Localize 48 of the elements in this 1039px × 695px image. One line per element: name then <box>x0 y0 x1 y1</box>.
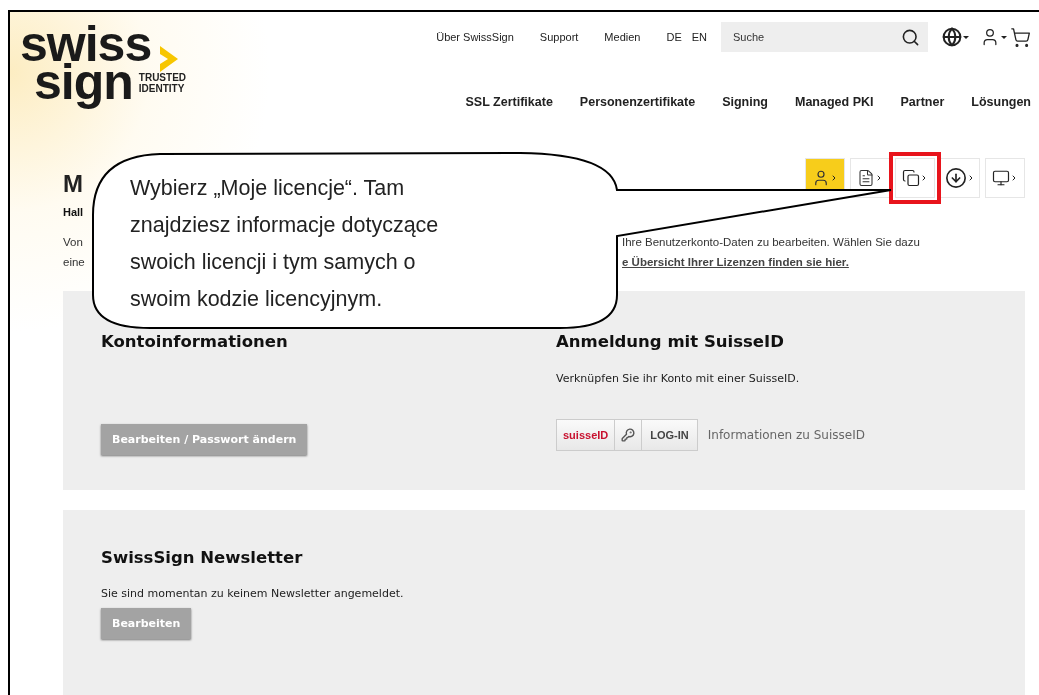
greeting-text: Hall <box>63 206 84 218</box>
licenses-link[interactable]: e Übersicht Ihrer Lizenzen finden sie hier. <box>622 252 849 272</box>
document-icon <box>857 169 875 187</box>
language-link[interactable]: EN <box>691 31 707 43</box>
logo-tagline: TRUSTED <box>138 73 187 84</box>
card-title: Kontoinformationen <box>101 332 289 351</box>
logo-tagline: IDENTITY <box>138 83 186 94</box>
search-field[interactable]: Suche <box>721 22 928 52</box>
callout-text: Wybierz „Moje licencje“. Tam <box>130 175 405 202</box>
suisseid-info-link[interactable]: Informationen zu SuisseID <box>707 428 865 442</box>
top-nav-link[interactable]: Über SwissSign <box>436 31 514 43</box>
suisseid-login-button[interactable]: suisseID LOG-IN <box>556 419 698 451</box>
page-heading: M <box>63 170 83 198</box>
suisseid-text: Verknüpfen Sie ihr Konto mit einer SuisseID. <box>556 372 801 385</box>
user-icon <box>812 169 830 187</box>
top-nav-link[interactable]: Support <box>539 31 579 43</box>
search-icon <box>901 27 920 47</box>
newsletter-text: Sie sind momentan zu keinem Newsletter angemeldet. <box>101 587 405 600</box>
account-tab[interactable] <box>940 158 980 198</box>
main-nav-link[interactable]: Managed PKI <box>795 95 874 109</box>
language-link[interactable]: DE <box>666 31 682 43</box>
globe-menu-icon[interactable] <box>942 27 970 47</box>
main-nav-link[interactable]: Personenzertifikate <box>579 95 696 109</box>
intro-text: Von <box>63 235 83 250</box>
chevron-right-icon <box>830 174 838 182</box>
main-nav-link[interactable]: Signing <box>722 95 768 109</box>
callout-text: swoich licencji i tym samych o <box>130 249 416 276</box>
card-title: SwissSign Newsletter <box>101 548 304 567</box>
key-icon <box>621 428 636 442</box>
callout-text: znajdziesz informacje dotyczące <box>130 212 439 239</box>
card-title: Anmeldung mit SuisseID <box>556 332 785 351</box>
monitor-icon <box>992 169 1010 187</box>
intro-text: eine <box>63 255 85 270</box>
copies-icon <box>902 169 920 187</box>
chevron-right-icon <box>920 174 928 182</box>
top-nav-link[interactable]: Medien <box>604 31 641 43</box>
chevron-right-icon <box>875 174 883 182</box>
main-nav-link[interactable]: Partner <box>900 95 945 109</box>
callout-text: swoim kodzie licencyjnym. <box>130 286 383 313</box>
main-nav-link[interactable]: SSL Zertifikate <box>465 95 553 109</box>
download-icon <box>945 167 967 189</box>
search-input[interactable]: Suche <box>731 30 885 44</box>
intro-text: Ihre Benutzerkonto-Daten zu bearbeiten. Wählen Sie dazu <box>622 235 920 250</box>
main-nav-link[interactable]: Lösungen <box>971 95 1031 109</box>
chevron-right-icon <box>1010 174 1018 182</box>
cart-icon[interactable] <box>1010 26 1031 48</box>
chevron-right-icon <box>967 174 975 182</box>
account-tab[interactable] <box>985 158 1025 198</box>
